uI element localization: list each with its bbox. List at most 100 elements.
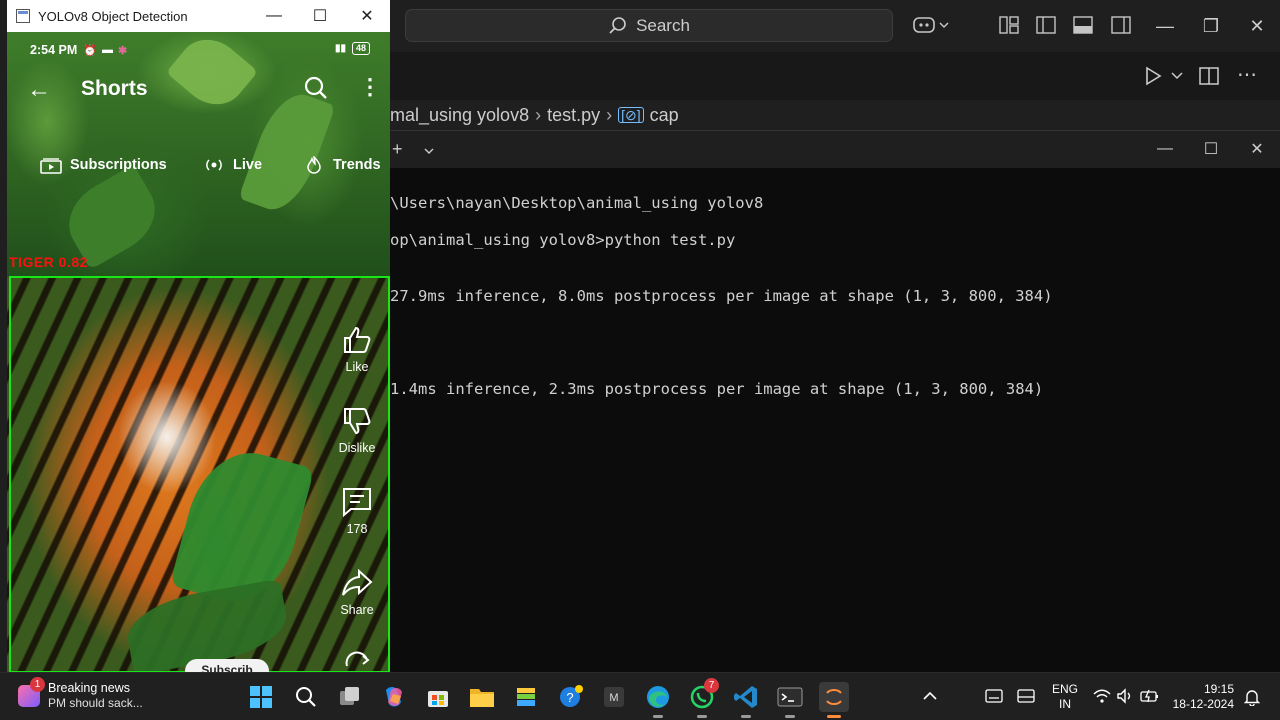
show-hidden-icons-chevron-icon[interactable] (922, 690, 938, 702)
terminal-maximize-icon[interactable]: ☐ (1199, 137, 1223, 161)
yolo-maximize-icon[interactable]: ☐ (307, 4, 333, 28)
terminal-close-icon[interactable]: ✕ (1245, 137, 1269, 161)
chip-label: Trends (333, 157, 381, 173)
svg-text:?: ? (566, 690, 573, 705)
status-time: 2:54 PM (30, 43, 78, 57)
chip-live[interactable]: Live (203, 156, 262, 174)
toggle-primary-sidebar-icon[interactable] (1035, 14, 1057, 41)
variable-symbol-icon: [⊘] (618, 107, 644, 123)
copilot-icon[interactable] (912, 14, 952, 43)
video-frame: 2:54 PM ⏰ ▬ ✱ ▮▮ 48 ← Shorts ⋮ Subscript… (7, 32, 390, 672)
input-language-indicator[interactable]: ENG IN (1052, 682, 1078, 712)
touch-keyboard-icon[interactable] (985, 689, 1003, 703)
microsoft-store-icon[interactable] (423, 682, 453, 712)
running-indicator (653, 715, 663, 718)
chip-label: Subscriptions (70, 157, 167, 173)
running-indicator (785, 715, 795, 718)
shorts-chips: Subscriptions Live Trends (7, 156, 390, 180)
trending-flame-icon (307, 156, 321, 174)
file-explorer-icon[interactable] (467, 682, 497, 712)
m-app-icon[interactable]: M (599, 682, 629, 712)
detection-bounding-box (9, 276, 390, 672)
terminal-dropdown-chevron-icon[interactable] (422, 144, 436, 158)
python-app-icon[interactable] (819, 682, 849, 718)
volume-icon[interactable] (1116, 688, 1134, 704)
battery-charging-icon[interactable] (1140, 688, 1160, 704)
video-camera-icon: ▬ (101, 44, 113, 56)
yolo-close-icon[interactable]: ✕ (354, 4, 380, 28)
terminal-line: 1.4ms inference, 2.3ms postprocess per i… (390, 380, 1044, 398)
language-code: ENG (1052, 682, 1079, 696)
back-arrow-icon[interactable]: ← (27, 76, 51, 104)
news-badge: 1 (30, 677, 45, 692)
search-icon[interactable] (303, 75, 329, 101)
comment-icon (343, 488, 371, 518)
wifi-icon[interactable] (1093, 688, 1111, 704)
bluestacks-icon[interactable] (511, 682, 541, 712)
vscode-app-icon[interactable] (731, 682, 761, 718)
shorts-header: ← Shorts ⋮ (7, 70, 390, 108)
terminal-app-icon[interactable] (775, 682, 805, 718)
comments-button[interactable]: 178 (337, 486, 377, 536)
signal-icon: ▮▮ (334, 43, 346, 54)
close-window-icon[interactable]: ✕ (1245, 14, 1269, 38)
share-button[interactable]: Share (337, 567, 377, 617)
like-label: Like (345, 360, 369, 374)
yolo-window-title: YOLOv8 Object Detection (38, 8, 188, 24)
breadcrumb-folder[interactable]: mal_using yolov8 (390, 105, 529, 126)
thumbs-down-icon (344, 408, 371, 435)
whatsapp-badge: 7 (704, 678, 719, 693)
breadcrumb: mal_using yolov8 › test.py › [⊘] cap (390, 100, 1280, 130)
copilot-app-icon[interactable] (379, 682, 409, 712)
active-app-indicator (827, 715, 841, 718)
toggle-secondary-sidebar-icon[interactable] (1110, 14, 1132, 41)
terminal-minimize-icon[interactable]: — (1153, 137, 1177, 161)
restore-window-icon[interactable]: ❐ (1199, 14, 1223, 38)
customize-layout-icon[interactable] (998, 14, 1020, 41)
clock-time: 19:15 (1203, 682, 1234, 696)
running-indicator (697, 715, 707, 718)
chevron-right-icon: › (535, 104, 542, 125)
remix-button[interactable] (337, 646, 377, 672)
new-terminal-plus-icon[interactable]: + (392, 139, 403, 160)
chip-label: Live (233, 157, 263, 173)
start-windows-icon[interactable] (246, 682, 276, 712)
split-editor-icon[interactable] (1198, 65, 1220, 87)
chip-subscriptions[interactable]: Subscriptions (40, 156, 167, 174)
subscriptions-icon (40, 158, 62, 174)
dislike-button[interactable]: Dislike (337, 405, 377, 455)
toggle-panel-icon[interactable] (1072, 14, 1094, 41)
command-search-box[interactable]: Search (405, 9, 893, 42)
system-clock[interactable]: 19:15 18-12-2024 (1173, 682, 1234, 712)
desktop: Search — ❐ ✕ ⋯ mal_using yolov8 › test.p… (0, 0, 1280, 720)
running-indicator (741, 715, 751, 718)
news-widget-icon: 1 (18, 677, 45, 707)
subscribe-button[interactable]: Subscrib (185, 659, 269, 672)
yolo-window-titlebar[interactable]: YOLOv8 Object Detection — ☐ ✕ (7, 0, 390, 32)
pen-menu-icon[interactable] (1017, 689, 1035, 703)
chip-trends[interactable]: Trends (303, 156, 381, 174)
task-view-icon[interactable] (335, 682, 365, 712)
like-button[interactable]: Like (337, 324, 377, 374)
more-vert-icon[interactable]: ⋮ (359, 75, 381, 99)
share-label: Share (340, 603, 374, 617)
get-help-icon[interactable]: ? (556, 682, 586, 712)
thumbs-up-icon (344, 326, 371, 353)
terminal-line: 27.9ms inference, 8.0ms postprocess per … (390, 287, 1053, 305)
svg-text:M: M (609, 692, 618, 704)
more-actions-icon[interactable]: ⋯ (1237, 62, 1257, 87)
taskbar-search-icon[interactable] (291, 682, 321, 712)
minimize-window-icon[interactable]: — (1153, 14, 1177, 38)
yolo-minimize-icon[interactable]: — (261, 4, 287, 28)
news-widget[interactable]: 1 Breaking news PM should sack... (18, 677, 143, 711)
search-placeholder: Search (636, 15, 690, 35)
terminal-output[interactable]: \Users\nayan\Desktop\animal_using yolov8… (390, 168, 1280, 672)
run-options-chevron-icon[interactable] (1169, 67, 1185, 83)
run-python-file-icon[interactable] (1142, 65, 1164, 87)
breadcrumb-symbol[interactable]: cap (650, 105, 679, 126)
notification-bell-icon[interactable] (1244, 688, 1260, 706)
edge-browser-icon[interactable] (643, 682, 673, 718)
breadcrumb-file[interactable]: test.py (547, 105, 600, 126)
yolo-detection-window: YOLOv8 Object Detection — ☐ ✕ 2:54 PM ⏰ … (7, 0, 390, 672)
whatsapp-icon[interactable]: 7 (687, 678, 719, 718)
